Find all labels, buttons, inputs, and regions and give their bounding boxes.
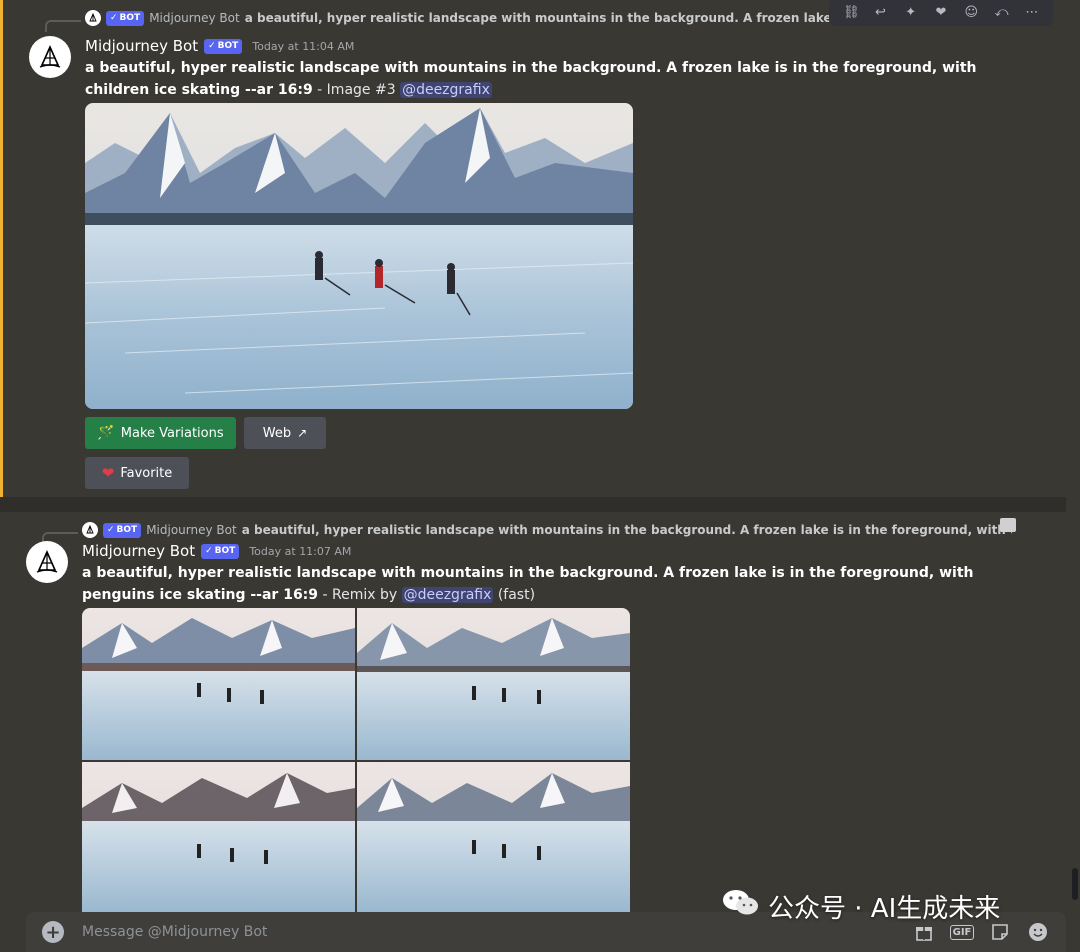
image-suffix: - Image #3 [312,82,401,98]
make-variations-button[interactable]: 🪄 Make Variations [85,417,236,449]
heart-icon: ❤ [101,464,115,482]
message-content: a beautiful, hyper realistic landscape w… [85,57,1025,101]
reply-preview[interactable]: ✓ BOT Midjourney Bot a beautiful, hyper … [82,522,1012,538]
web-button[interactable]: Web ↗ [244,417,326,449]
attach-plus-icon[interactable]: + [42,921,64,943]
more-icon[interactable]: ⋯ [1025,6,1039,20]
timestamp[interactable]: Today at 11:04 AM [252,40,354,53]
reply-spine [45,20,81,32]
generated-image[interactable] [85,103,633,409]
bot-tag-label: BOT [217,40,239,51]
speed-label: (fast) [493,587,536,603]
bot-tag-label: BOT [119,12,141,23]
reply-author[interactable]: Midjourney Bot [149,11,240,25]
web-label: Web [262,425,292,441]
gif-label: GIF [949,924,975,940]
make-variations-label: Make Variations [120,425,224,441]
reply-text[interactable]: a beautiful, hyper realistic landscape w… [242,523,1012,537]
scrollbar-thumb[interactable] [1072,868,1078,900]
external-link-icon: ↗ [297,426,308,440]
emoji-icon[interactable] [1026,920,1050,944]
bot-mini-avatar [82,522,98,538]
bot-tag: ✓ BOT [106,10,145,26]
message-2: ✓ BOT Midjourney Bot a beautiful, hyper … [0,512,1066,912]
thread-icon[interactable]: ⤺ [995,6,1009,20]
watermark-text: 公众号 · AI生成未来 [768,894,1001,924]
landscape-children-image [85,103,633,409]
bot-avatar[interactable] [26,541,68,583]
bot-tag-label: BOT [116,524,138,535]
heart-icon[interactable]: ❤ [934,6,948,20]
star-icon[interactable]: ✦ [904,6,918,20]
message-input[interactable] [82,924,682,940]
message-toolbar: ⛓ ↩ ✦ ❤ ☺ ⤺ ⋯ [829,0,1053,26]
author-name[interactable]: Midjourney Bot [82,542,195,560]
message-divider [0,497,1066,512]
watermark: 公众号 · AI生成未来 [722,888,1000,925]
generated-image-grid[interactable] [82,608,630,912]
prompt-text: a beautiful, hyper realistic landscape w… [85,60,977,98]
emoji-icon[interactable]: ☺ [964,6,978,20]
link-icon[interactable]: ⛓ [843,6,860,20]
wechat-icon [722,888,760,925]
reply-author[interactable]: Midjourney Bot [146,523,237,537]
bot-avatar[interactable] [29,36,71,78]
landscape-penguins-grid [82,608,630,912]
favorite-label: Favorite [120,465,173,481]
bot-tag: ✓ BOT [103,522,142,538]
image-icon [1000,518,1016,532]
author-name[interactable]: Midjourney Bot [85,37,198,55]
magic-wand-icon: 🪄 [97,425,115,441]
remix-suffix: - Remix by [318,587,402,603]
favorite-button[interactable]: ❤ Favorite [85,457,189,489]
message-content: a beautiful, hyper realistic landscape w… [82,562,1022,606]
bot-mini-avatar [85,10,101,26]
timestamp[interactable]: Today at 11:07 AM [249,545,351,558]
user-mention[interactable]: @deezgrafix [401,587,494,603]
bot-tag: ✓ BOT [201,543,240,559]
message-header: Midjourney Bot ✓ BOT Today at 11:07 AM [82,542,351,560]
message-header: Midjourney Bot ✓ BOT Today at 11:04 AM [85,37,354,55]
user-mention[interactable]: @deezgrafix [400,82,492,98]
reply-icon[interactable]: ↩ [873,6,887,20]
bot-tag-label: BOT [214,545,236,556]
bot-tag: ✓ BOT [204,38,243,54]
message-1: ✓ BOT Midjourney Bot a beautiful, hyper … [0,0,1066,497]
